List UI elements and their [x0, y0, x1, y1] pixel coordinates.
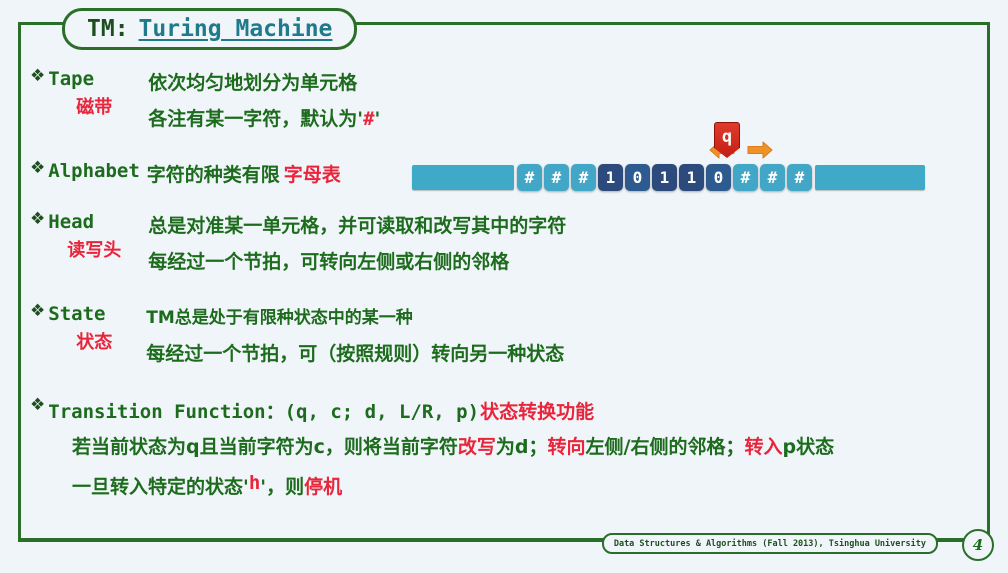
- rule-highlight-move: 转向: [547, 436, 586, 458]
- bullet-diamond-icon: ❖: [30, 395, 46, 415]
- tape-text-block: 依次均匀地划分为单元格 各注有某一字符，默认为'#': [148, 68, 380, 131]
- tape-end-left: [412, 165, 514, 190]
- tape-cell[interactable]: 1: [598, 164, 623, 191]
- tape-line-2-quote: ': [374, 108, 381, 130]
- rule-part-2: 为d；: [495, 436, 548, 458]
- tape-head-marker: q: [708, 122, 773, 159]
- head-keyword: Head: [48, 211, 95, 233]
- tape-keyword-cn: 磁带: [76, 97, 113, 118]
- head-label-column: Head 读写头: [48, 211, 140, 262]
- tape-keyword: Tape: [48, 68, 95, 90]
- footer-credit: Data Structures & Algorithms (Fall 2013)…: [601, 533, 938, 554]
- tape-end-right: [815, 165, 925, 190]
- section-alphabet: ❖ Alphabet 字符的种类有限 字母表: [30, 160, 341, 187]
- tape-cell[interactable]: #: [544, 164, 569, 191]
- state-line-1: TM总是处于有限种状态中的某一种: [146, 308, 413, 328]
- head-text-block: 总是对准某一单元格，并可读取和改写其中的字符 每经过一个节拍，可转向左侧或右侧的…: [148, 211, 566, 274]
- tape-cell-list: # # #1 0 1 1 0 # # #: [516, 164, 813, 191]
- rule-highlight-rewrite: 改写: [457, 436, 496, 458]
- halt-state-symbol: h: [248, 472, 261, 494]
- tape-cell[interactable]: #: [517, 164, 542, 191]
- page-number: 4: [962, 529, 994, 561]
- head-state-label: q: [721, 127, 733, 147]
- transition-keyword-cn: 状态转换功能: [480, 401, 595, 423]
- tape-line-2-text: 各注有某一字符，默认为': [148, 108, 364, 130]
- transition-rule-line: 若当前状态为q且当前字符为c，则将当前字符 改写 为d； 转向 左侧/右侧的邻格； 转入 p…: [72, 432, 834, 459]
- tape-cell[interactable]: #: [733, 164, 758, 191]
- bullet-diamond-icon: ❖: [30, 66, 46, 86]
- head-line-2: 每经过一个节拍，可转向左侧或右侧的邻格: [148, 251, 510, 273]
- tape-line-2: 各注有某一字符，默认为'#': [148, 104, 380, 131]
- section-head: ❖ Head 读写头 总是对准某一单元格，并可读取和改写其中的字符 每经过一个节…: [30, 211, 566, 274]
- bullet-diamond-icon: ❖: [30, 301, 46, 321]
- head-line-1: 总是对准某一单元格，并可读取和改写其中的字符: [148, 215, 567, 237]
- tape-visualization: # # #1 0 1 1 0 # # #: [412, 164, 925, 191]
- section-tape: ❖ Tape 磁带 依次均匀地划分为单元格 各注有某一字符，默认为'#': [30, 68, 380, 131]
- state-keyword-cn: 状态: [76, 332, 113, 353]
- alphabet-keyword: Alphabet: [48, 160, 140, 182]
- tape-cell[interactable]: 1: [679, 164, 704, 191]
- tape-cell[interactable]: 1: [652, 164, 677, 191]
- bullet-diamond-icon: ❖: [30, 209, 46, 229]
- tape-cell[interactable]: #: [760, 164, 785, 191]
- title-prefix: TM:: [87, 16, 129, 42]
- halt-part-2: '，则: [260, 476, 305, 498]
- state-line-2: 每经过一个节拍，可（按照规则）转向另一种状态: [146, 343, 565, 365]
- state-label-column: State 状态: [48, 303, 140, 354]
- alphabet-text-green: 字符的种类有限: [146, 164, 280, 186]
- slide-title-pill: TM: Turing Machine: [62, 8, 358, 50]
- bullet-diamond-icon: ❖: [30, 158, 46, 178]
- section-state: ❖ State 状态 TM总是处于有限种状态中的某一种 每经过一个节拍，可（按照…: [30, 303, 564, 366]
- slide-root: TM: Turing Machine ❖ Tape 磁带 依次均匀地划分为单元格…: [0, 0, 1008, 573]
- transition-halt-line: 一旦转入特定的状态' h '，则 停机: [72, 472, 342, 499]
- tape-cell[interactable]: 0: [706, 164, 731, 191]
- state-keyword: State: [48, 303, 106, 325]
- section-transition: ❖ Transition Function：(q, c; d, L/R, p) …: [30, 397, 594, 424]
- rule-part-3: 左侧/右侧的邻格；: [585, 436, 745, 458]
- halt-highlight: 停机: [304, 476, 343, 498]
- tape-cell[interactable]: 0: [625, 164, 650, 191]
- page-title: Turing Machine: [138, 16, 333, 42]
- rule-highlight-enter: 转入: [744, 436, 783, 458]
- head-keyword-cn: 读写头: [67, 240, 122, 261]
- rule-part-1: 若当前状态为q且当前字符为c，则将当前字符: [72, 436, 458, 458]
- transition-keyword: Transition Function：(q, c; d, L/R, p): [48, 401, 480, 423]
- halt-part-1: 一旦转入特定的状态': [72, 476, 249, 498]
- tape-default-symbol: #: [363, 108, 375, 130]
- tape-cell[interactable]: #: [787, 164, 812, 191]
- tape-label-column: Tape 磁带: [48, 68, 140, 119]
- alphabet-text-red: 字母表: [283, 164, 341, 186]
- state-text-block: TM总是处于有限种状态中的某一种 每经过一个节拍，可（按照规则）转向另一种状态: [146, 303, 564, 366]
- tape-cell[interactable]: #: [571, 164, 596, 191]
- tape-line-1: 依次均匀地划分为单元格: [148, 72, 358, 94]
- rule-part-4: p状态: [782, 436, 835, 458]
